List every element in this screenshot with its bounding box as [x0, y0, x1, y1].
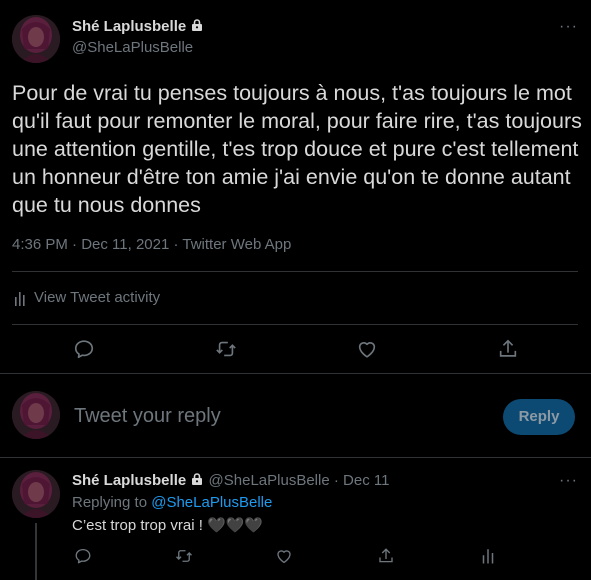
tweet-text: Pour de vrai tu penses toujours à nous, … [12, 81, 582, 217]
reply-author-handle[interactable]: @SheLaPlusBelle [209, 472, 330, 489]
thread-line [35, 523, 37, 580]
reply-input[interactable]: Tweet your reply [74, 405, 221, 428]
reply-more-options-icon[interactable]: ··· [559, 472, 578, 490]
reply-icon[interactable] [74, 547, 92, 565]
replying-to-prefix: Replying to [72, 494, 152, 511]
author-handle[interactable]: @SheLaPlusBelle [72, 39, 193, 56]
reply-icon[interactable] [73, 338, 95, 360]
share-icon[interactable] [377, 547, 395, 565]
reply-date[interactable]: · Dec 11 [334, 472, 390, 489]
lock-icon [190, 18, 204, 32]
reply-author-name[interactable]: Shé Laplusbelle [72, 472, 186, 489]
view-tweet-activity-label[interactable]: View Tweet activity [34, 289, 160, 306]
retweet-icon[interactable] [215, 338, 237, 360]
share-icon[interactable] [497, 338, 519, 360]
reply-button[interactable]: Reply [503, 399, 575, 435]
tweet-detail-page: Shé Laplusbelle @SheLaPlusBelle ··· Pour… [0, 0, 591, 580]
divider [0, 457, 591, 458]
divider [0, 373, 591, 374]
author-avatar[interactable] [12, 15, 60, 63]
heart-icon[interactable] [275, 547, 293, 565]
view-tweet-activity[interactable]: View Tweet activity [14, 289, 160, 306]
analytics-icon[interactable] [479, 547, 497, 565]
divider [12, 324, 578, 325]
heart-icon[interactable] [356, 338, 378, 360]
replying-to: Replying to @SheLaPlusBelle [72, 494, 272, 511]
reply-text: C’est trop trop vrai ! 🖤🖤🖤 [72, 517, 264, 534]
replying-to-handle[interactable]: @SheLaPlusBelle [151, 494, 272, 511]
reply-header: Shé Laplusbelle @SheLaPlusBelle · Dec 11 [72, 472, 389, 489]
retweet-icon[interactable] [175, 547, 193, 565]
divider [12, 271, 578, 272]
author-name-text[interactable]: Shé Laplusbelle [72, 18, 186, 35]
more-options-icon[interactable]: ··· [559, 18, 578, 36]
lock-icon [190, 472, 204, 486]
tweet-timestamp[interactable]: 4:36 PM · Dec 11, 2021 · Twitter Web App [12, 236, 291, 253]
author-name[interactable]: Shé Laplusbelle [72, 18, 204, 35]
reply-author-avatar[interactable] [12, 470, 60, 518]
analytics-icon [14, 290, 28, 306]
composer-avatar [12, 391, 60, 439]
